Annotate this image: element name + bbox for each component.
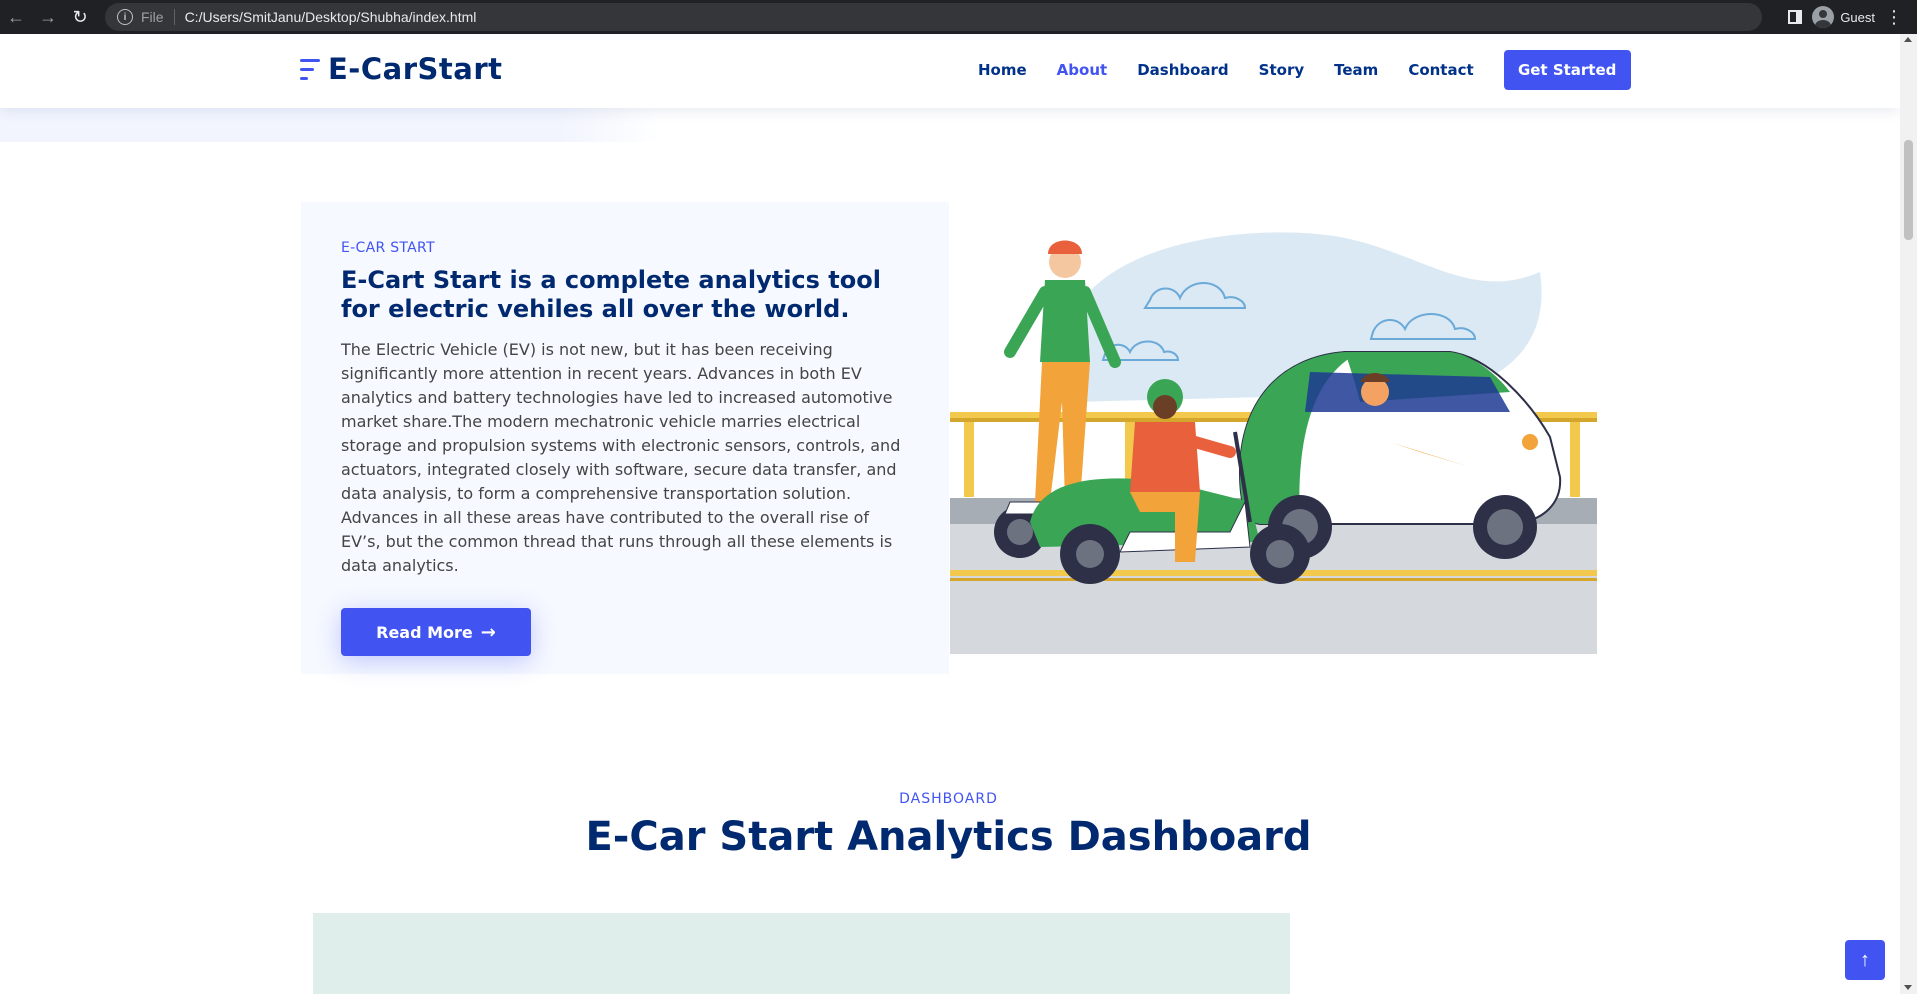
hero-background (0, 108, 660, 142)
page-scrollbar[interactable] (1900, 34, 1917, 994)
browser-toolbar: ← → ↻ i File C:/Users/SmitJanu/Desktop/S… (0, 0, 1917, 34)
arrow-right-icon: → (480, 621, 496, 643)
about-text: The Electric Vehicle (EV) is not new, bu… (341, 340, 901, 575)
read-more-button[interactable]: Read More → (341, 608, 531, 656)
dashboard-eyebrow: DASHBOARD (899, 791, 998, 807)
back-to-top-button[interactable]: ↑ (1845, 940, 1885, 980)
read-more-label: Read More (376, 622, 473, 642)
back-icon[interactable]: ← (0, 2, 32, 32)
dashboard-title: E-Car Start Analytics Dashboard (585, 814, 1312, 860)
nav-story[interactable]: Story (1259, 61, 1304, 79)
nav-dashboard[interactable]: Dashboard (1137, 61, 1228, 79)
site-header: E-CarStart Home About Dashboard Story Te… (0, 34, 1900, 108)
scrollbar-thumb[interactable] (1904, 140, 1913, 240)
arrow-up-icon: ↑ (1860, 948, 1870, 971)
omnibox-divider (173, 9, 175, 25)
site-logo[interactable]: E-CarStart (300, 52, 502, 86)
scroll-up-icon[interactable] (1904, 37, 1912, 42)
get-started-button[interactable]: Get Started (1503, 50, 1631, 90)
about-illustration (950, 202, 1597, 654)
avatar-icon (1812, 6, 1835, 28)
url-text[interactable]: C:/Users/SmitJanu/Desktop/Shubha/index.h… (185, 9, 477, 25)
profile-label: Guest (1840, 9, 1875, 25)
about-content: E-CAR START E-Cart Start is a complete a… (301, 202, 949, 674)
forward-icon[interactable]: → (32, 2, 64, 32)
brand-name: E-CarStart (328, 52, 503, 86)
dashboard-embed[interactable] (313, 913, 1290, 994)
nav-home[interactable]: Home (978, 61, 1027, 79)
side-panel-icon[interactable] (1788, 10, 1803, 24)
url-scheme: File (141, 9, 164, 25)
site-info-icon[interactable]: i (117, 9, 133, 25)
menu-icon[interactable]: ⋮ (1885, 7, 1903, 28)
nav-team[interactable]: Team (1334, 61, 1378, 79)
profile-button[interactable]: Guest (1812, 6, 1875, 28)
ev-illustration (950, 232, 1597, 654)
address-bar[interactable]: i File C:/Users/SmitJanu/Desktop/Shubha/… (105, 3, 1762, 31)
nav-about[interactable]: About (1057, 61, 1108, 79)
reload-icon[interactable]: ↻ (64, 2, 96, 32)
about-title: E-Cart Start is a complete analytics too… (341, 266, 881, 323)
nav-contact[interactable]: Contact (1408, 61, 1473, 79)
logo-icon (300, 55, 322, 83)
scroll-down-icon[interactable] (1904, 985, 1912, 990)
page-viewport: E-CarStart Home About Dashboard Story Te… (0, 34, 1900, 994)
main-nav: Home About Dashboard Story Team Contact … (978, 50, 1631, 90)
about-eyebrow: E-CAR START (341, 240, 435, 256)
